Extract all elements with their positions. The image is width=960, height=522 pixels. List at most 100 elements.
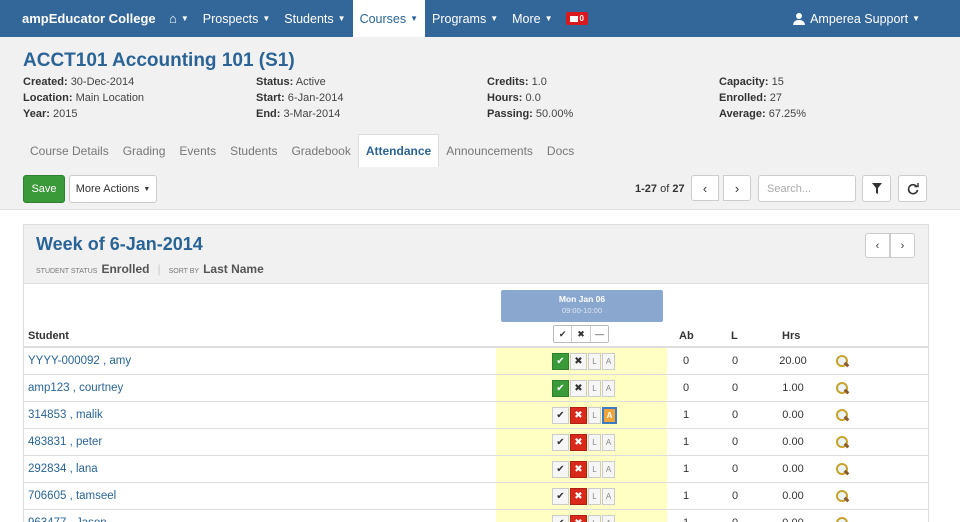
- nav-prospects[interactable]: Prospects ▼: [196, 0, 278, 37]
- filter-button[interactable]: [862, 175, 891, 202]
- present-check-icon[interactable]: ✔: [552, 488, 569, 505]
- absent-x-icon[interactable]: ✖: [570, 407, 587, 424]
- absent-x-icon[interactable]: ✖: [570, 461, 587, 478]
- refresh-button[interactable]: [898, 175, 927, 202]
- late-count: 0: [731, 409, 739, 421]
- table-row: 314853 , malik ✔ ✖ L A 1 0 0.00: [24, 402, 928, 429]
- tab-course-details[interactable]: Course Details: [23, 134, 116, 167]
- absent-x-icon[interactable]: ✖: [570, 434, 587, 451]
- tab-students[interactable]: Students: [223, 134, 284, 167]
- hours-value: 0.00: [782, 409, 804, 421]
- tab-grading[interactable]: Grading: [116, 134, 173, 167]
- absences-count: 0: [682, 355, 690, 367]
- prev-week-button[interactable]: ‹: [865, 233, 890, 258]
- hours-value: 0.00: [782, 463, 804, 475]
- present-check-icon[interactable]: ✔: [552, 407, 569, 424]
- chevron-left-icon: ‹: [875, 239, 880, 252]
- course-header: ACCT101 Accounting 101 (S1) Created: 30-…: [0, 37, 960, 210]
- nav-courses[interactable]: Courses ▼: [352, 0, 426, 37]
- present-check-icon[interactable]: ✔: [552, 434, 569, 451]
- magnifier-icon[interactable]: [836, 463, 848, 475]
- mail-badge[interactable]: 0: [565, 12, 588, 25]
- late-toggle[interactable]: L: [588, 434, 601, 451]
- late-toggle[interactable]: L: [588, 380, 601, 397]
- tab-announcements[interactable]: Announcements: [439, 134, 540, 167]
- search-input[interactable]: Search...: [758, 175, 856, 202]
- late-toggle[interactable]: L: [588, 353, 601, 370]
- student-link[interactable]: 314853 , malik: [28, 409, 103, 421]
- nav-programs[interactable]: Programs ▼: [425, 0, 505, 37]
- table-row: 483831 , peter ✔ ✖ L A 1 0 0.00: [24, 429, 928, 456]
- student-column-header[interactable]: Student: [28, 330, 69, 342]
- present-check-icon[interactable]: ✔: [552, 461, 569, 478]
- student-link[interactable]: 292834 , lana: [28, 463, 98, 475]
- tab-events[interactable]: Events: [172, 134, 223, 167]
- clear-all-icon[interactable]: —: [591, 326, 608, 342]
- home-menu[interactable]: ⌂ ▼: [162, 0, 196, 37]
- absent-x-icon[interactable]: ✖: [570, 488, 587, 505]
- present-check-icon[interactable]: ✔: [552, 380, 569, 397]
- tab-attendance[interactable]: Attendance: [357, 134, 440, 167]
- table-row: 292834 , lana ✔ ✖ L A 1 0 0.00: [24, 456, 928, 483]
- absences-count: 1: [682, 490, 690, 502]
- chevron-down-icon: ▼: [490, 14, 499, 23]
- magnifier-icon[interactable]: [836, 409, 848, 421]
- nav-more[interactable]: More ▼: [505, 0, 559, 37]
- student-link[interactable]: 963477 , Jason: [28, 517, 107, 522]
- chevron-down-icon: ▼: [180, 14, 189, 23]
- absent-x-icon[interactable]: ✖: [570, 380, 587, 397]
- bulk-mark-controls: ✔ ✖ —: [553, 325, 609, 343]
- student-link[interactable]: YYYY-000092 , amy: [28, 355, 131, 367]
- magnifier-icon[interactable]: [836, 517, 848, 522]
- next-page-button[interactable]: ›: [723, 175, 751, 201]
- save-button[interactable]: Save: [23, 175, 65, 203]
- attendance-marker: ✔✖LA: [552, 407, 617, 424]
- excused-toggle[interactable]: A: [602, 434, 615, 451]
- present-check-icon[interactable]: ✔: [552, 515, 569, 522]
- absences-count: 1: [682, 436, 690, 448]
- brand-logo[interactable]: ampEducator College: [0, 11, 162, 26]
- hours-column-header: Hrs: [782, 330, 801, 342]
- session-date-header[interactable]: Mon Jan 06 09:00-10:00: [501, 290, 663, 322]
- late-toggle[interactable]: L: [588, 488, 601, 505]
- student-link[interactable]: 483831 , peter: [28, 436, 102, 448]
- toolbar: Save More Actions ▼ 1-27 of 27 ‹ › Searc…: [0, 167, 960, 210]
- present-check-icon[interactable]: ✔: [552, 353, 569, 370]
- late-toggle[interactable]: L: [588, 407, 601, 424]
- excused-toggle[interactable]: A: [602, 515, 615, 522]
- pager-summary: 1-27 of 27: [635, 183, 685, 195]
- magnifier-icon[interactable]: [836, 490, 848, 502]
- user-menu[interactable]: Amperea Support ▼: [793, 0, 920, 37]
- prev-page-button[interactable]: ‹: [691, 175, 719, 201]
- course-info-col-4: Capacity: 15 Enrolled: 27 Average: 67.25…: [719, 76, 807, 120]
- attendance-marker: ✔✖LA: [552, 380, 615, 397]
- tab-gradebook[interactable]: Gradebook: [284, 134, 357, 167]
- magnifier-icon[interactable]: [836, 382, 848, 394]
- next-week-button[interactable]: ›: [890, 233, 915, 258]
- absent-x-icon[interactable]: ✖: [570, 515, 587, 522]
- late-toggle[interactable]: L: [588, 515, 601, 522]
- attendance-marker: ✔✖LA: [552, 461, 615, 478]
- excused-toggle[interactable]: A: [602, 407, 617, 424]
- excused-toggle[interactable]: A: [602, 488, 615, 505]
- week-title: Week of 6-Jan-2014: [36, 234, 203, 254]
- attendance-table: Mon Jan 06 09:00-10:00 Student ✔ ✖ — Ab …: [24, 285, 928, 522]
- late-count: 0: [731, 355, 739, 367]
- excused-toggle[interactable]: A: [602, 353, 615, 370]
- more-actions-button[interactable]: More Actions ▼: [69, 175, 157, 203]
- late-count: 0: [731, 463, 739, 475]
- attendance-marker: ✔✖LA: [552, 434, 615, 451]
- tab-docs[interactable]: Docs: [540, 134, 581, 167]
- excused-toggle[interactable]: A: [602, 380, 615, 397]
- magnifier-icon[interactable]: [836, 355, 848, 367]
- absent-x-icon[interactable]: ✖: [570, 353, 587, 370]
- excused-toggle[interactable]: A: [602, 461, 615, 478]
- late-count: 0: [731, 436, 739, 448]
- check-all-icon[interactable]: ✔: [554, 326, 573, 342]
- student-link[interactable]: 706605 , tamseel: [28, 490, 116, 502]
- student-link[interactable]: amp123 , courtney: [28, 382, 123, 394]
- absent-all-icon[interactable]: ✖: [572, 326, 591, 342]
- nav-students[interactable]: Students ▼: [277, 0, 352, 37]
- magnifier-icon[interactable]: [836, 436, 848, 448]
- late-toggle[interactable]: L: [588, 461, 601, 478]
